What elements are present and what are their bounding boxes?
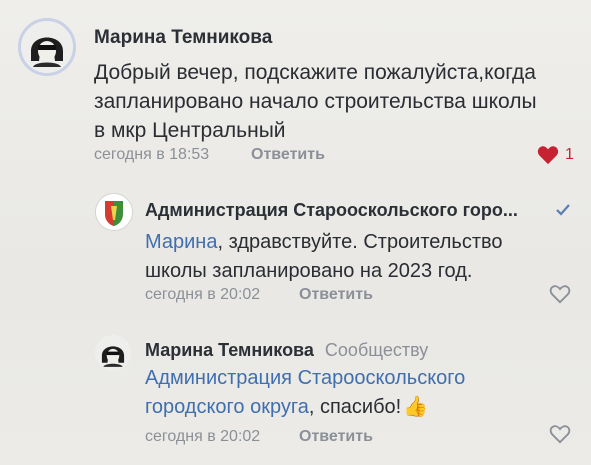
mention-link[interactable]: Администрация Старооскольского xyxy=(145,364,465,393)
heart-outline-icon[interactable] xyxy=(549,424,571,444)
reply-button[interactable]: Ответить xyxy=(251,146,325,164)
comment-author-row: Марина Темникова Сообществу xyxy=(145,340,428,361)
comment-text: Администрация Старооскольского городског… xyxy=(145,364,465,422)
avatar-image xyxy=(95,335,131,371)
comment-text-line: школы запланировано на 2023 год. xyxy=(145,260,473,282)
comment-author[interactable]: Марина Темникова xyxy=(145,340,314,360)
mention-link[interactable]: городского округа xyxy=(145,396,309,418)
coat-of-arms-logo xyxy=(96,194,132,230)
avatar-image xyxy=(21,21,73,73)
heart-icon xyxy=(537,146,559,165)
heart-outline-icon[interactable] xyxy=(549,284,571,304)
avatar[interactable] xyxy=(95,193,133,231)
reply-button[interactable]: Ответить xyxy=(299,428,373,446)
thumbs-up-emoji: 👍 xyxy=(403,396,429,418)
comment-text-line: городского округа, спасибо! 👍 xyxy=(145,393,465,422)
comment-author[interactable]: Администрация Старооскольского горо... xyxy=(145,200,518,221)
avatar[interactable] xyxy=(95,335,131,371)
community-label: Сообществу xyxy=(324,340,429,360)
verified-check-icon xyxy=(556,204,570,216)
comment-timestamp: сегодня в 18:53 xyxy=(94,146,210,163)
comment-text-line: в мкр Центральный xyxy=(94,119,286,142)
comment-text-fragment: , здравствуйте. Строительство xyxy=(217,231,503,253)
comment-text: Марина, здравствуйте. Строительство школ… xyxy=(145,228,503,286)
avatar[interactable] xyxy=(18,18,76,76)
comment-text-line: Марина, здравствуйте. Строительство xyxy=(145,228,503,257)
comment-timestamp: сегодня в 20:02 xyxy=(145,286,261,303)
comment-text-line: запланировано начало строительства школы xyxy=(94,90,537,113)
like-button[interactable]: 1 xyxy=(537,145,574,165)
like-count: 1 xyxy=(565,146,574,163)
comment-author[interactable]: Марина Темникова xyxy=(94,27,272,49)
comment-text: Добрый вечер, подскажите пожалуйста,когд… xyxy=(94,58,537,145)
reply-button[interactable]: Ответить xyxy=(299,286,373,304)
comment-timestamp: сегодня в 20:02 xyxy=(145,428,261,445)
comments-screen: Марина Темникова Добрый вечер, подскажит… xyxy=(0,0,591,465)
comment-text-line: Добрый вечер, подскажите пожалуйста,когд… xyxy=(94,61,536,84)
comment-text-fragment: , спасибо! xyxy=(308,396,402,418)
mention-link[interactable]: Марина xyxy=(145,231,217,253)
